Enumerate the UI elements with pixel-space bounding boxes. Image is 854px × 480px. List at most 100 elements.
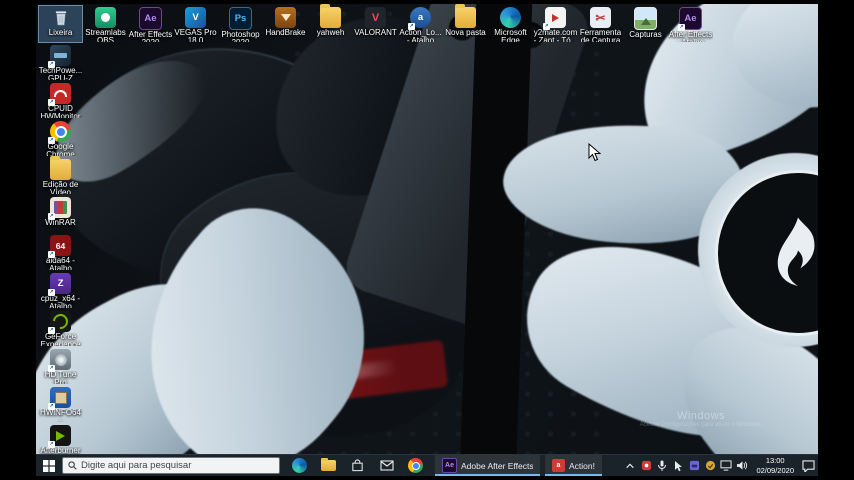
tray-app-purple-icon[interactable] bbox=[687, 458, 701, 474]
desktop-icon-label: VALORANT bbox=[353, 29, 398, 37]
desktop-icon-label: Edição deVídeo bbox=[38, 181, 83, 194]
desktop-icon-hwinfo64[interactable]: ↗HWiNFO64 -Atalho bbox=[38, 385, 83, 423]
desktop-icon-edicao-de-video[interactable]: Edição deVídeo bbox=[38, 157, 83, 195]
windows-watermark: Windows Acesse Configurações para ativar… bbox=[596, 410, 806, 428]
tray-cursor-icon[interactable] bbox=[671, 458, 685, 474]
desktop-icon-label: Lixeira bbox=[38, 29, 83, 37]
folder-icon bbox=[455, 7, 476, 28]
cpuz-icon: Z↗ bbox=[50, 273, 71, 294]
ae-icon: Ae↗ bbox=[679, 7, 702, 30]
shortcut-arrow-overlay: ↗ bbox=[543, 23, 550, 30]
desktop-icon-label: StreamlabsOBS bbox=[83, 29, 128, 42]
shortcut-arrow-overlay: ↗ bbox=[48, 289, 55, 296]
tray-app-yellow-icon[interactable] bbox=[703, 458, 717, 474]
desktop-icon-label: aida64 -Atalho bbox=[38, 257, 83, 270]
desktop-icon-valorant[interactable]: VVALORANT bbox=[353, 5, 398, 43]
watermark-line1: Windows bbox=[596, 410, 806, 422]
shortcut-arrow-overlay: ↗ bbox=[48, 365, 55, 372]
desktop-icon-cpuz-x64[interactable]: Z↗cpuz_x64 -Atalho bbox=[38, 271, 83, 309]
desktop-icon-action-lo-atalho[interactable]: a↗Action_Lo...- Atalho bbox=[398, 5, 443, 43]
desktop-icon-handbrake[interactable]: HandBrake bbox=[263, 5, 308, 43]
desktop-icon-label: HD Tune Pro bbox=[38, 371, 83, 384]
tray-action-icon[interactable] bbox=[639, 458, 653, 474]
edge-icon bbox=[500, 7, 521, 28]
desktop-icon-label: GeForceExperience bbox=[38, 333, 83, 346]
gpuz-icon: ↗ bbox=[50, 45, 71, 66]
tray-microphone-icon[interactable] bbox=[655, 458, 669, 474]
desktop-icon-winrar[interactable]: ↗WinRAR bbox=[38, 195, 83, 233]
taskbar-task-action[interactable]: aAction! bbox=[545, 455, 602, 476]
chrome-icon: ↗ bbox=[50, 121, 71, 142]
desktop-icon-label: GoogleChrome bbox=[38, 143, 83, 156]
shortcut-arrow-overlay: ↗ bbox=[48, 61, 55, 68]
store-icon bbox=[351, 459, 364, 472]
desktop-icon-label: yahweh bbox=[308, 29, 353, 37]
y2mate-icon: ↗ bbox=[545, 7, 566, 28]
tray-chevron-up-icon[interactable] bbox=[623, 458, 637, 474]
mouse-cursor bbox=[588, 143, 601, 167]
desktop-icon-capturas[interactable]: Capturas bbox=[623, 5, 668, 43]
search-input[interactable]: Digite aqui para pesquisar bbox=[62, 457, 280, 474]
tray-volume-icon[interactable] bbox=[735, 458, 749, 474]
start-button[interactable] bbox=[36, 455, 62, 476]
flame-logo-icon bbox=[772, 215, 818, 291]
folder-icon bbox=[320, 7, 341, 28]
desktop-icon-cpuid-hwmonitor[interactable]: ↗CPUIDHWMonitor bbox=[38, 81, 83, 119]
shortcut-arrow-overlay: ↗ bbox=[48, 213, 55, 220]
desktop-icon-gpu-z[interactable]: ↗TechPowe...GPU-Z bbox=[38, 43, 83, 81]
desktop-icon-hd-tune-pro[interactable]: ↗HD Tune Pro bbox=[38, 347, 83, 385]
afterburner-icon: ↗ bbox=[50, 425, 71, 446]
hdtune-icon: ↗ bbox=[50, 349, 71, 370]
desktop-icon-label: cpuz_x64 -Atalho bbox=[38, 295, 83, 308]
desktop-icon-label: Nova pasta bbox=[443, 29, 488, 37]
handbrake-icon bbox=[275, 7, 296, 28]
edge-icon bbox=[292, 458, 307, 473]
snip-icon: ✂ bbox=[590, 7, 611, 28]
shortcut-arrow-overlay: ↗ bbox=[678, 24, 685, 31]
desktop-icon-label: After Effects2020 bbox=[128, 31, 173, 42]
taskbar-app-chrome[interactable] bbox=[401, 455, 430, 476]
desktop-icon-aida64[interactable]: 64↗aida64 -Atalho bbox=[38, 233, 83, 271]
desktop-icon-google-chrome[interactable]: ↗GoogleChrome bbox=[38, 119, 83, 157]
taskbar-pinned-apps bbox=[285, 455, 430, 476]
desktop-icon-vegas-pro-18[interactable]: VVEGAS Pro18.0 bbox=[173, 5, 218, 43]
watermark-line2: Acesse Configurações para ativar o Windo… bbox=[596, 422, 806, 428]
system-tray: 13:00 02/09/2020 bbox=[623, 456, 818, 475]
desktop-icon-yahweh[interactable]: yahweh bbox=[308, 5, 353, 43]
desktop-icon-streamlabs-obs[interactable]: StreamlabsOBS bbox=[83, 5, 128, 43]
task-label: Action! bbox=[569, 461, 595, 471]
desktop-icon-label: HandBrake bbox=[263, 29, 308, 37]
desktop-icon-photoshop-2020[interactable]: PsPhotoshop2020 bbox=[218, 5, 263, 43]
taskbar-clock[interactable]: 13:00 02/09/2020 bbox=[756, 456, 794, 475]
ae-icon: Ae bbox=[139, 7, 162, 30]
file-explorer-icon bbox=[321, 460, 336, 471]
taskbar-app-store[interactable] bbox=[343, 455, 372, 476]
desktop-icons-top-row: LixeiraStreamlabsOBSAeAfter Effects2020V… bbox=[38, 5, 713, 43]
search-placeholder: Digite aqui para pesquisar bbox=[81, 460, 191, 471]
desktop-icon-lixeira[interactable]: Lixeira bbox=[38, 5, 83, 43]
action-center-button[interactable] bbox=[801, 458, 815, 474]
wallpaper: Windows Acesse Configurações para ativar… bbox=[36, 4, 818, 476]
taskbar-app-mail[interactable] bbox=[372, 455, 401, 476]
desktop-icon-y2mate[interactable]: ↗y2mate.com- Zant - Tó... bbox=[533, 5, 578, 43]
desktop-icon-label: y2mate.com- Zant - Tó... bbox=[533, 29, 578, 42]
desktop-icon-after-effects-2020[interactable]: AeAfter Effects2020 bbox=[128, 5, 173, 43]
taskbar-app-edge[interactable] bbox=[285, 455, 314, 476]
desktop-icon-microsoft-edge[interactable]: MicrosoftEdge bbox=[488, 5, 533, 43]
desktop-icon-label: TechPowe...GPU-Z bbox=[38, 67, 83, 80]
task-label: Adobe After Effects... bbox=[461, 461, 533, 471]
mail-icon bbox=[380, 460, 394, 471]
desktop-icon-ferramenta-de-captura[interactable]: ✂Ferramentade Captura bbox=[578, 5, 623, 43]
taskbar-task-after-effects[interactable]: AeAdobe After Effects... bbox=[435, 455, 540, 476]
shortcut-arrow-overlay: ↗ bbox=[48, 251, 55, 258]
taskbar: Digite aqui para pesquisar AeAdobe After… bbox=[36, 455, 818, 476]
clock-time: 13:00 bbox=[756, 456, 794, 465]
desktop-icon-nova-pasta[interactable]: Nova pasta bbox=[443, 5, 488, 43]
taskbar-app-file-explorer[interactable] bbox=[314, 455, 343, 476]
desktop-icon-after-effects-atalho[interactable]: Ae↗After Effects- Atalho bbox=[668, 5, 713, 43]
recycle-icon bbox=[50, 7, 71, 28]
tray-display-icon[interactable] bbox=[719, 458, 733, 474]
search-icon bbox=[68, 461, 77, 470]
desktop-icon-geforce-experience[interactable]: ↗GeForceExperience bbox=[38, 309, 83, 347]
geforce-icon: ↗ bbox=[50, 311, 71, 332]
